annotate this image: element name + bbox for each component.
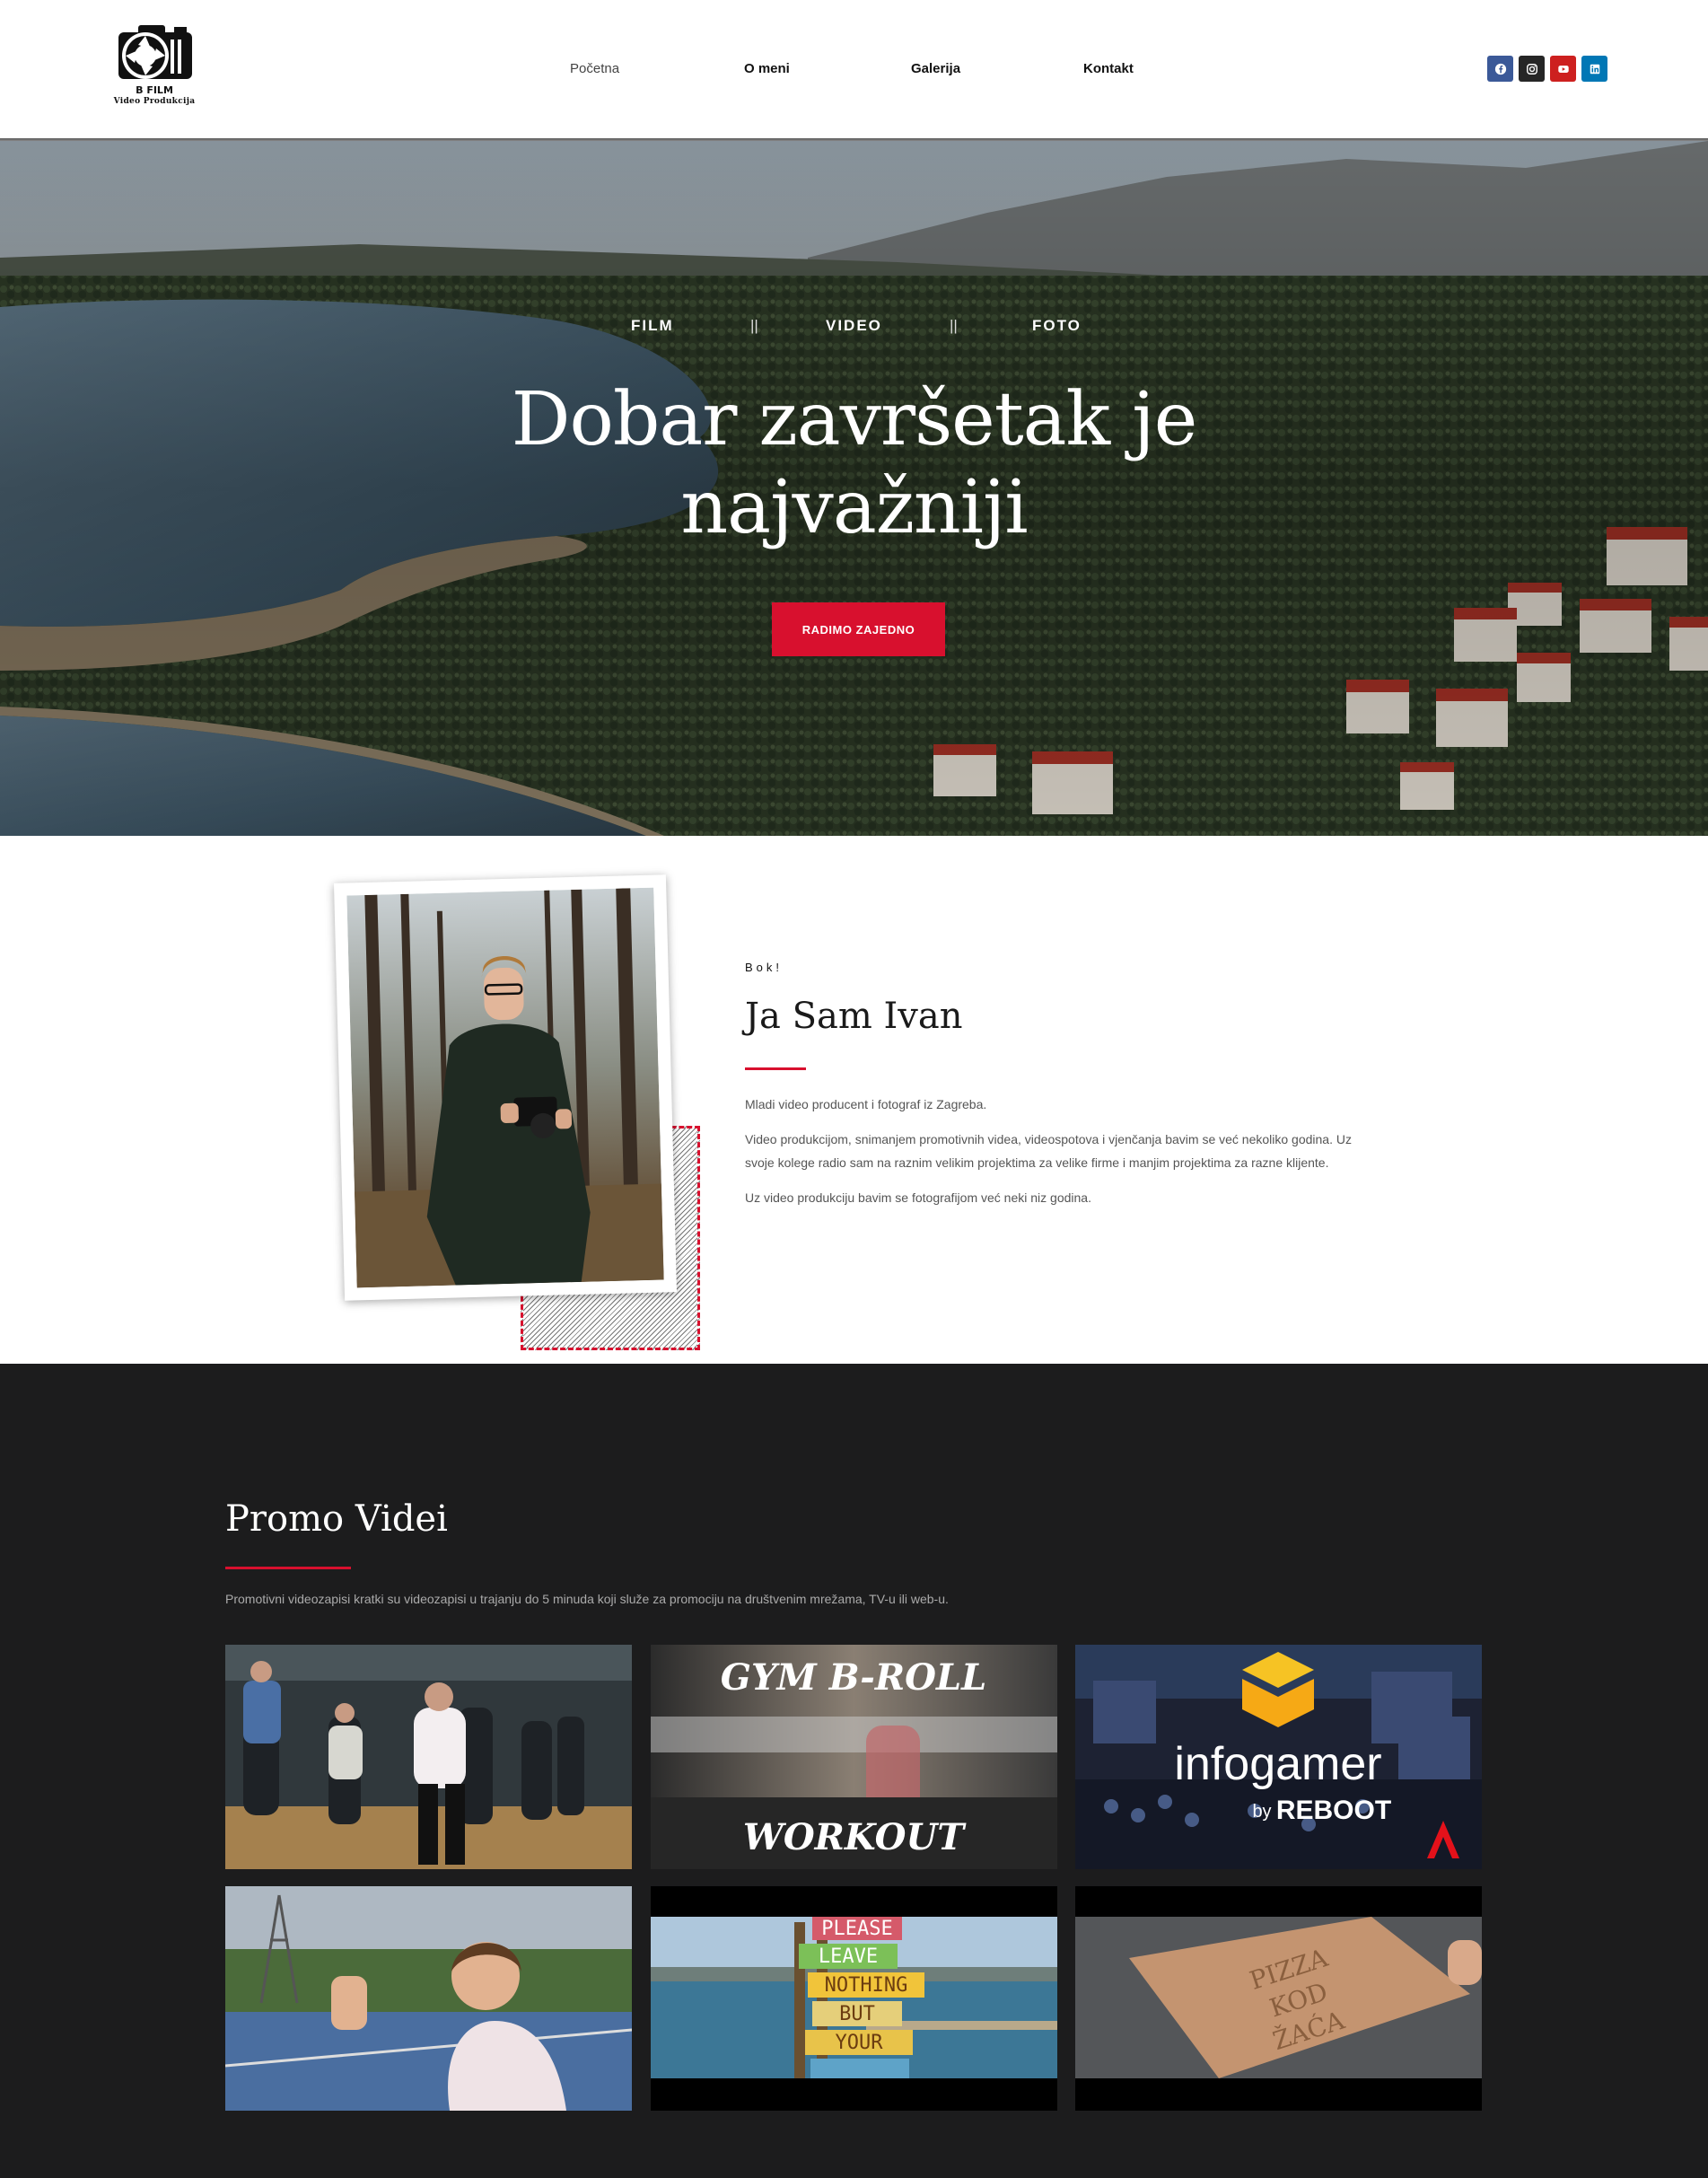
- sign-but: BUT: [839, 2003, 875, 2025]
- promo-description: Promotivni videozapisi kratki su videoza…: [225, 1592, 949, 1606]
- logo-subtitle: Video Produkcija: [113, 97, 196, 106]
- facebook-icon[interactable]: [1487, 56, 1513, 82]
- gym-video-image: GYM B-ROLL WORKOUT: [651, 1645, 1057, 1869]
- about-title: Ja Sam Ivan: [745, 996, 963, 1037]
- sign-your: YOUR: [836, 2032, 884, 2054]
- tagline-separator: ||: [750, 317, 758, 334]
- hero-section: FILM || VIDEO || FOTO Dobar završetak je…: [0, 141, 1708, 836]
- camera-icon: [118, 25, 192, 79]
- tagline-video: VIDEO: [826, 317, 882, 334]
- logo[interactable]: B FILM Video Produkcija: [108, 22, 201, 115]
- nav-pocetna[interactable]: Početna: [570, 61, 619, 76]
- selfie-video-image: [225, 1886, 632, 2111]
- hero-title: Dobar završetak je najvažniji: [0, 376, 1708, 552]
- about-paragraph: Mladi video producent i fotograf iz Zagr…: [745, 1097, 987, 1111]
- social-links: [1487, 56, 1607, 82]
- infogamer-sponsor: REBOOT: [1276, 1796, 1391, 1825]
- promo-title: Promo Videi: [225, 1498, 448, 1540]
- nav-kontakt[interactable]: Kontakt: [1083, 61, 1134, 76]
- hero-title-line2: najvažniji: [680, 465, 1028, 550]
- video-thumbnail-dance[interactable]: [225, 1645, 632, 1869]
- radimo-zajedno-button[interactable]: RADIMO ZAJEDNO: [772, 602, 945, 656]
- gym-line2: WORKOUT: [743, 1816, 967, 1858]
- dance-video-image: [225, 1645, 632, 1869]
- about-paragraph: Video produkcijom, snimanjem promotivnih…: [745, 1132, 1352, 1170]
- tagline-separator: ||: [950, 317, 958, 334]
- tagline-film: FILM: [631, 317, 674, 334]
- sign-please: PLEASE: [821, 1918, 892, 1940]
- video-thumbnail-gym[interactable]: GYM B-ROLL WORKOUT: [651, 1645, 1057, 1869]
- video-thumbnail-infogamer[interactable]: infogamer by REBOOT: [1075, 1645, 1482, 1869]
- infogamer-brand: infogamer: [1174, 1738, 1381, 1790]
- site-header: B FILM Video Produkcija Početna O meni G…: [0, 0, 1708, 139]
- greeting: Bok!: [745, 961, 784, 974]
- about-text: Mladi video producent i fotograf iz Zagr…: [745, 1093, 1364, 1221]
- about-section: Bok! Ja Sam Ivan Mladi video producent i…: [0, 836, 1708, 1364]
- nav-galerija[interactable]: Galerija: [911, 61, 960, 76]
- youtube-icon[interactable]: [1550, 56, 1576, 82]
- beach-sign-video-image: PLEASE LEAVE NOTHING BUT YOUR: [651, 1886, 1057, 2111]
- pizza-video-image: PIZZA KOD ŽAĆA: [1075, 1886, 1482, 2111]
- video-thumbnail-pizza[interactable]: PIZZA KOD ŽAĆA: [1075, 1886, 1482, 2111]
- sign-leave: LEAVE: [819, 1945, 878, 1968]
- title-underline: [745, 1067, 806, 1070]
- profile-photo-image: [346, 887, 664, 1288]
- hero-tagline: FILM || VIDEO || FOTO: [0, 317, 1708, 338]
- infogamer-video-image: infogamer by REBOOT: [1075, 1645, 1482, 1869]
- profile-photo: [333, 874, 678, 1301]
- profile-photo-frame: [332, 872, 709, 1374]
- about-paragraph: Uz video produkciju bavim se fotografijo…: [745, 1190, 1091, 1205]
- hero-title-line1: Dobar završetak je: [511, 377, 1198, 462]
- video-thumbnail-selfie[interactable]: [225, 1886, 632, 2111]
- logo-title: B FILM: [136, 84, 173, 96]
- gym-line1: GYM B-ROLL: [721, 1656, 986, 1699]
- video-thumbnail-beach-sign[interactable]: PLEASE LEAVE NOTHING BUT YOUR: [651, 1886, 1057, 2111]
- instagram-icon[interactable]: [1519, 56, 1545, 82]
- tagline-foto: FOTO: [1032, 317, 1082, 334]
- promo-title-underline: [225, 1567, 351, 1569]
- infogamer-by: by: [1252, 1802, 1271, 1822]
- linkedin-icon[interactable]: [1581, 56, 1607, 82]
- sign-nothing: NOTHING: [825, 1974, 908, 1997]
- nav-o-meni[interactable]: O meni: [744, 61, 790, 76]
